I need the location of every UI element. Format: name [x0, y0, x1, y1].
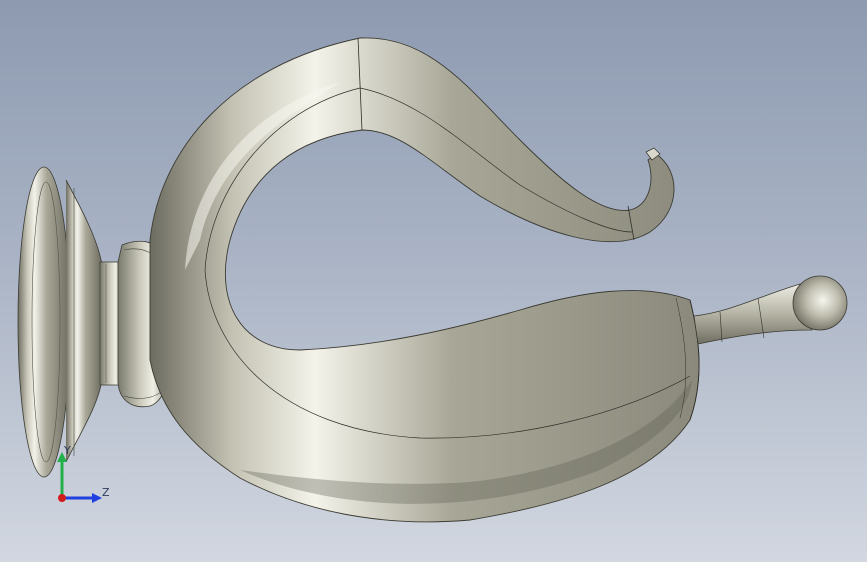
graphics-viewport[interactable]: Y Z — [0, 0, 867, 562]
x-axis-icon — [58, 494, 66, 502]
y-axis-label: Y — [63, 444, 71, 457]
base-disc[interactable] — [17, 166, 103, 478]
z-axis-label: Z — [102, 486, 110, 499]
axis-triad: Y Z — [57, 444, 110, 503]
horn-body[interactable] — [149, 37, 700, 523]
3d-model-view[interactable] — [0, 0, 867, 562]
spout[interactable] — [693, 275, 848, 345]
spout-knob — [792, 275, 848, 331]
